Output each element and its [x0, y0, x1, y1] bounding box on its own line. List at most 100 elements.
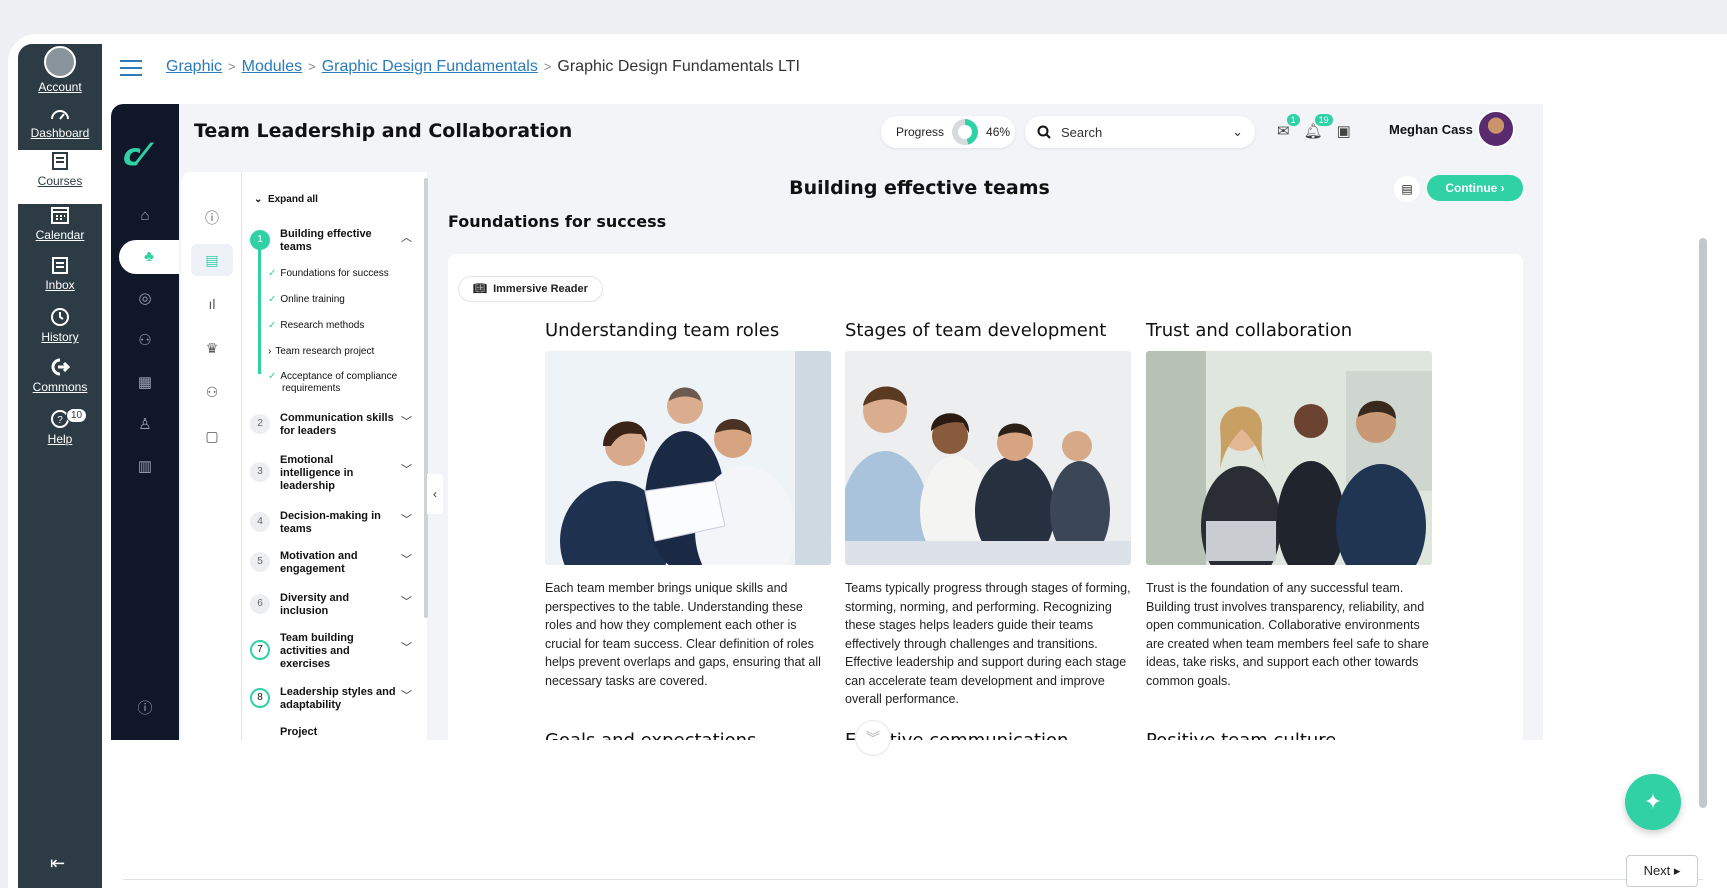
nav-inbox[interactable]: Inbox: [18, 254, 102, 308]
next-button[interactable]: Next ▸: [1626, 855, 1698, 887]
module-label: Communication skills for leaders: [280, 412, 394, 437]
nav-courses[interactable]: Courses: [18, 150, 102, 204]
notif-badge: 19: [1314, 114, 1333, 126]
breadcrumb-link[interactable]: Graphic Design Fundamentals: [322, 58, 538, 75]
courses-icon: [52, 152, 68, 170]
column-title: Stages of team development: [845, 320, 1107, 341]
chevron-down-icon[interactable]: ﹀: [401, 690, 412, 703]
modules-icon[interactable]: ♣: [119, 240, 179, 274]
module-label: Project: [280, 726, 318, 738]
chevron-down-icon[interactable]: ﹀: [401, 514, 412, 527]
global-nav: Account Dashboard Courses Calendar Inbox…: [18, 44, 102, 888]
notifications-button[interactable]: 🔔︎ 19: [1304, 114, 1333, 140]
page-scrollbar[interactable]: [1696, 138, 1710, 858]
module-number: 1: [250, 230, 270, 250]
module-label: Building effective teams: [280, 228, 372, 253]
help-circle-icon[interactable]: ⓘ: [111, 692, 179, 726]
subitem-online-training[interactable]: ✓ Online training: [268, 294, 427, 306]
subitem-label: Foundations for success: [280, 268, 389, 279]
chevron-down-icon[interactable]: ﹀: [401, 416, 412, 429]
chevron-down-icon[interactable]: ﹀: [401, 554, 412, 567]
subitem-label: Online training: [280, 294, 345, 305]
column-title: Trust and collaboration: [1146, 320, 1353, 341]
people-icon[interactable]: ⚇: [111, 324, 179, 358]
nav-calendar[interactable]: Calendar: [18, 204, 102, 258]
subitem-team-research-project[interactable]: › Team research project: [268, 346, 427, 358]
chevron-up-icon[interactable]: ︿: [401, 232, 412, 245]
nav-help[interactable]: ? 10 Help: [18, 408, 102, 462]
group-icon[interactable]: ⚇: [191, 376, 233, 408]
ai-assistant-button[interactable]: ✦: [1625, 774, 1681, 830]
tree-scrollbar[interactable]: [424, 178, 428, 618]
section-title: Foundations for success: [448, 212, 667, 231]
module-number: 5: [250, 552, 270, 572]
home-icon[interactable]: ⌂: [111, 199, 179, 233]
bookmark-icon[interactable]: ▤: [1394, 176, 1420, 202]
inbox-button[interactable]: ✉ 1: [1277, 114, 1300, 140]
subitem-label: Acceptance of compliance requirements: [280, 371, 398, 394]
collapse-tree-button[interactable]: ‹: [427, 474, 443, 514]
target-icon[interactable]: ◎: [111, 282, 179, 316]
column-text: Trust is the foundation of any successfu…: [1146, 581, 1429, 688]
scrollbar-thumb[interactable]: [1699, 238, 1707, 808]
chevron-right-icon: ›: [268, 346, 272, 357]
mail-icon: ✉: [1277, 123, 1290, 140]
subitem-compliance[interactable]: ✓ Acceptance of compliance requirements: [268, 371, 427, 395]
header-icons: ✉ 1 🔔︎ 19 ▣: [1277, 114, 1351, 140]
sparkle-icon: ✦: [1643, 789, 1663, 814]
immersive-reader-button[interactable]: 📖︎ Immersive Reader: [458, 276, 603, 302]
notebook-icon[interactable]: ▤: [191, 244, 233, 276]
breadcrumb-link[interactable]: Graphic: [166, 58, 222, 75]
check-icon: ✓: [268, 320, 277, 331]
book-icon: 📖︎: [473, 283, 487, 295]
nav-history[interactable]: History: [18, 306, 102, 360]
chevron-down-icon[interactable]: ﹀: [401, 464, 412, 477]
dashboard-icon: [51, 110, 69, 120]
subitem-label: Team research project: [275, 346, 375, 357]
module-number: 6: [250, 594, 270, 614]
tree-icon-column: ⓘ ▤ ıl ♛ ⚇ ▢: [181, 172, 239, 740]
module-label: Motivation and engagement: [280, 550, 358, 575]
scroll-down-button[interactable]: ︾: [855, 720, 891, 756]
nav-label: Help: [47, 432, 73, 446]
user-avatar[interactable]: [1477, 110, 1515, 148]
nav-commons[interactable]: Commons: [18, 356, 102, 410]
calendar-button[interactable]: ▣: [1337, 122, 1351, 140]
continue-label: Continue: [1445, 181, 1498, 195]
chevron-down-icon[interactable]: ﹀: [401, 642, 412, 655]
column-trust: Trust and collaboration Trust is the fou…: [1146, 320, 1434, 690]
chevron-down-icon[interactable]: ﹀: [401, 596, 412, 609]
module-number: 2: [250, 414, 270, 434]
nav-label: Calendar: [35, 228, 85, 242]
breadcrumb-separator: >: [543, 59, 552, 74]
menu-toggle-icon[interactable]: [120, 60, 142, 76]
note-icon[interactable]: ▢: [191, 420, 233, 452]
trophy-icon[interactable]: ♛: [191, 332, 233, 364]
grid-icon[interactable]: ▦: [111, 366, 179, 400]
continue-button[interactable]: Continue ›: [1427, 175, 1523, 201]
breadcrumb-separator: >: [228, 59, 236, 74]
progress-value: 46%: [986, 125, 1011, 139]
nav-label: Account: [38, 80, 82, 94]
library-icon[interactable]: ▥: [111, 450, 179, 484]
nav-account[interactable]: Account: [18, 44, 102, 98]
breadcrumb-link[interactable]: Modules: [242, 58, 302, 75]
clock-icon: [51, 308, 69, 326]
trust-photo: [1146, 351, 1432, 565]
nav-label: History: [41, 330, 79, 344]
subitem-label: Research methods: [280, 320, 365, 331]
team-roles-photo: [545, 351, 831, 565]
subitem-research-methods[interactable]: ✓ Research methods: [268, 320, 427, 332]
module-number: 7: [250, 640, 270, 660]
chevron-down-icon[interactable]: ⌄: [1232, 124, 1243, 140]
svg-text:?: ?: [57, 415, 63, 426]
bar-chart-icon[interactable]: ıl: [191, 288, 233, 320]
search-icon: [1037, 125, 1051, 139]
user-icon[interactable]: ♙: [111, 408, 179, 442]
collapse-nav-icon[interactable]: ⇤: [50, 853, 65, 874]
subitem-foundations[interactable]: ✓ Foundations for success: [268, 268, 427, 280]
user-name[interactable]: Meghan Cass: [1389, 122, 1473, 137]
info-icon[interactable]: ⓘ: [191, 202, 233, 234]
search-input[interactable]: Search ⌄: [1025, 116, 1255, 148]
module-tree-panel: ⓘ ▤ ıl ♛ ⚇ ▢ ⌄ Expand all 1 Building eff…: [181, 172, 428, 740]
